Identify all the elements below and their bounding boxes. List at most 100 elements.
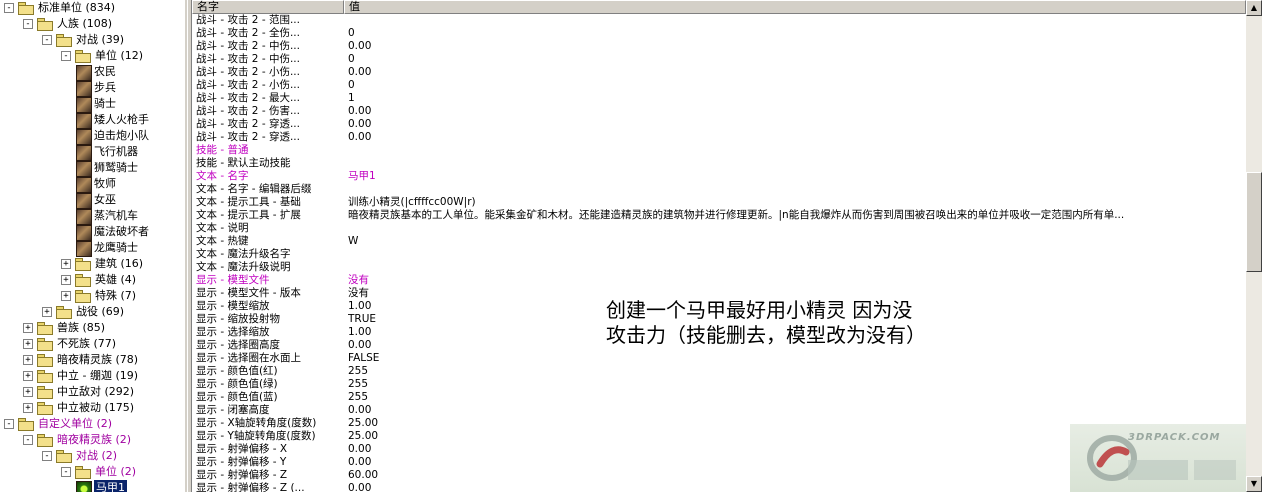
property-row[interactable]: 显示 - 颜色值(红) 255 bbox=[192, 365, 1246, 378]
property-value: 0.00 bbox=[348, 131, 372, 143]
property-value: 0.00 bbox=[348, 66, 372, 78]
tree-item-label: 标准单位 (834) bbox=[38, 1, 116, 14]
property-row[interactable]: 显示 - 颜色值(绿) 255 bbox=[192, 378, 1246, 391]
collapse-icon[interactable]: - bbox=[4, 419, 14, 429]
property-name: 显示 - 颜色值(蓝) bbox=[196, 391, 278, 403]
grid-scrollbar[interactable]: ▲ ▼ bbox=[1246, 0, 1262, 492]
property-row[interactable]: 战斗 - 攻击 2 - 穿透... 0.00 bbox=[192, 131, 1246, 144]
expand-icon[interactable]: + bbox=[61, 291, 71, 301]
tree-item-label: 农民 bbox=[94, 65, 116, 78]
property-row[interactable]: 文本 - 提示工具 - 扩展 暗夜精灵族基本的工人单位。能采集金矿和木材。还能建造… bbox=[192, 209, 1246, 222]
property-row[interactable]: 战斗 - 攻击 2 - 全伤... 0 bbox=[192, 27, 1246, 40]
property-row[interactable]: 文本 - 热键 W bbox=[192, 235, 1246, 248]
property-value: 0.00 bbox=[348, 118, 372, 130]
property-row[interactable]: 战斗 - 攻击 2 - 范围... bbox=[192, 14, 1246, 27]
property-row[interactable]: 文本 - 魔法升级说明 bbox=[192, 261, 1246, 274]
tree-item-label: 不死族 (77) bbox=[57, 337, 117, 350]
collapse-icon[interactable]: - bbox=[61, 467, 71, 477]
folder-icon bbox=[37, 322, 53, 335]
property-name: 战斗 - 攻击 2 - 穿透... bbox=[196, 118, 300, 130]
property-row[interactable]: 显示 - 模型文件 没有 bbox=[192, 274, 1246, 287]
property-row[interactable]: 文本 - 名字 - 编辑器后缀 bbox=[192, 183, 1246, 196]
tree-item-label: 暗夜精灵族 (2) bbox=[57, 433, 132, 446]
folder-icon bbox=[37, 338, 53, 351]
property-row[interactable]: 显示 - 选择圈在水面上 FALSE bbox=[192, 352, 1246, 365]
property-row[interactable]: 文本 - 说明 bbox=[192, 222, 1246, 235]
property-row[interactable]: 技能 - 默认主动技能 bbox=[192, 157, 1246, 170]
property-value: 1 bbox=[348, 92, 355, 104]
property-row[interactable]: 文本 - 魔法升级名字 bbox=[192, 248, 1246, 261]
tree-item-label: 自定义单位 (2) bbox=[38, 417, 113, 430]
property-row[interactable]: 战斗 - 攻击 2 - 中伤... 0.00 bbox=[192, 40, 1246, 53]
folder-icon bbox=[18, 2, 34, 15]
expand-icon[interactable]: + bbox=[23, 323, 33, 333]
property-name: 技能 - 默认主动技能 bbox=[196, 157, 291, 169]
expand-icon[interactable]: + bbox=[23, 339, 33, 349]
expand-icon[interactable]: + bbox=[23, 387, 33, 397]
expand-icon[interactable]: + bbox=[23, 371, 33, 381]
tree-item-label: 英雄 (4) bbox=[95, 273, 137, 286]
property-name: 战斗 - 攻击 2 - 伤害... bbox=[196, 105, 300, 117]
column-header-name[interactable]: 名字 bbox=[192, 0, 344, 14]
expand-icon[interactable]: + bbox=[61, 259, 71, 269]
tree-item-label: 矮人火枪手 bbox=[94, 113, 149, 126]
property-row[interactable]: 战斗 - 攻击 2 - 伤害... 0.00 bbox=[192, 105, 1246, 118]
property-row[interactable]: 战斗 - 攻击 2 - 小伤... 0 bbox=[192, 79, 1246, 92]
property-name: 显示 - 闭塞高度 bbox=[196, 404, 270, 416]
tree-item-label: 牧师 bbox=[94, 177, 116, 190]
unit-portrait-icon bbox=[76, 161, 92, 177]
collapse-icon[interactable]: - bbox=[42, 35, 52, 45]
tree-item-label: 龙鹰骑士 bbox=[94, 241, 138, 254]
property-value: FALSE bbox=[348, 352, 380, 364]
property-name: 显示 - 选择圈高度 bbox=[196, 339, 280, 351]
scroll-up-arrow-icon[interactable]: ▲ bbox=[1246, 0, 1262, 16]
expand-icon[interactable]: + bbox=[23, 403, 33, 413]
unit-portrait-icon bbox=[76, 241, 92, 257]
property-name: 显示 - Y轴旋转角度(度数) bbox=[196, 430, 316, 442]
property-name: 战斗 - 攻击 2 - 小伤... bbox=[196, 79, 300, 91]
collapse-icon[interactable]: - bbox=[23, 435, 33, 445]
scroll-down-arrow-icon[interactable]: ▼ bbox=[1246, 476, 1262, 492]
property-value: 0 bbox=[348, 27, 355, 39]
property-name: 文本 - 热键 bbox=[196, 235, 249, 247]
property-row[interactable]: 文本 - 名字 马甲1 bbox=[192, 170, 1246, 183]
property-value: 训练小精灵(|cffffcc00W|r) bbox=[348, 196, 476, 208]
column-header-value[interactable]: 值 bbox=[344, 0, 1246, 14]
property-name: 文本 - 魔法升级名字 bbox=[196, 248, 291, 260]
tree-item-label: 对战 (39) bbox=[76, 33, 125, 46]
property-row[interactable]: 战斗 - 攻击 2 - 小伤... 0.00 bbox=[192, 66, 1246, 79]
property-row[interactable]: 显示 - 闭塞高度 0.00 bbox=[192, 404, 1246, 417]
expand-icon[interactable]: + bbox=[61, 275, 71, 285]
collapse-icon[interactable]: - bbox=[42, 451, 52, 461]
property-name: 战斗 - 攻击 2 - 中伤... bbox=[196, 40, 300, 52]
folder-icon bbox=[75, 50, 91, 63]
tree-item-label: 中立敌对 (292) bbox=[57, 385, 135, 398]
folder-icon bbox=[56, 306, 72, 319]
property-row[interactable]: 文本 - 提示工具 - 基础 训练小精灵(|cffffcc00W|r) bbox=[192, 196, 1246, 209]
property-name: 文本 - 提示工具 - 扩展 bbox=[196, 209, 301, 221]
tree-item-label: 中立被动 (175) bbox=[57, 401, 135, 414]
unit-portrait-icon bbox=[76, 81, 92, 97]
property-name: 显示 - X轴旋转角度(度数) bbox=[196, 417, 317, 429]
property-name: 战斗 - 攻击 2 - 全伤... bbox=[196, 27, 300, 39]
tree-item-label: 狮鹫骑士 bbox=[94, 161, 138, 174]
property-row[interactable]: 战斗 - 攻击 2 - 中伤... 0 bbox=[192, 53, 1246, 66]
property-name: 文本 - 提示工具 - 基础 bbox=[196, 196, 301, 208]
object-tree[interactable]: - 标准单位 (834) - 人族 (108) - 对战 (39) - 单位 (12) 农民 步兵… bbox=[0, 0, 184, 492]
unit-portrait-icon bbox=[76, 225, 92, 241]
collapse-icon[interactable]: - bbox=[23, 19, 33, 29]
unit-portrait-icon bbox=[76, 129, 92, 145]
tree-item-label: 魔法破坏者 bbox=[94, 225, 149, 238]
property-row[interactable]: 技能 - 普通 bbox=[192, 144, 1246, 157]
folder-icon bbox=[37, 354, 53, 367]
collapse-icon[interactable]: - bbox=[4, 3, 14, 13]
expand-icon[interactable]: + bbox=[42, 307, 52, 317]
property-row[interactable]: 战斗 - 攻击 2 - 最大... 1 bbox=[192, 92, 1246, 105]
property-row[interactable]: 显示 - 颜色值(蓝) 255 bbox=[192, 391, 1246, 404]
collapse-icon[interactable]: - bbox=[61, 51, 71, 61]
expand-icon[interactable]: + bbox=[23, 355, 33, 365]
scroll-thumb[interactable] bbox=[1246, 172, 1262, 272]
property-row[interactable]: 战斗 - 攻击 2 - 穿透... 0.00 bbox=[192, 118, 1246, 131]
property-value: 0.00 bbox=[348, 40, 372, 52]
folder-icon bbox=[75, 290, 91, 303]
